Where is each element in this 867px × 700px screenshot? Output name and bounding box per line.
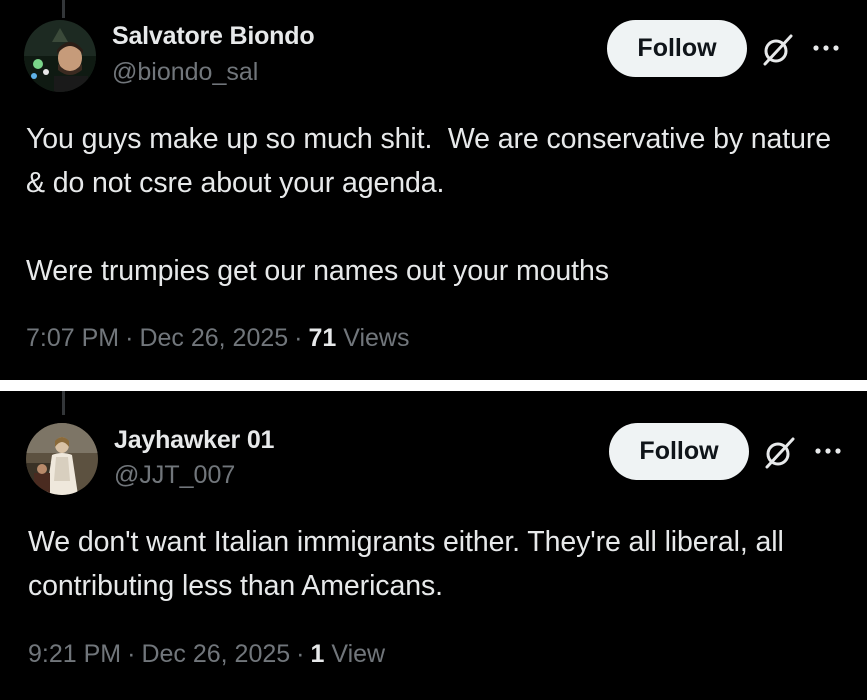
tweet-meta: 7:07 PM · Dec 26, 2025 · 71 Views xyxy=(26,324,410,353)
grok-icon[interactable] xyxy=(763,436,797,470)
more-icon[interactable] xyxy=(813,441,843,461)
tweet-meta: 9:21 PM · Dec 26, 2025 · 1 View xyxy=(28,640,385,669)
views-label[interactable]: Views xyxy=(343,324,409,352)
avatar[interactable] xyxy=(26,423,98,495)
views-count[interactable]: 1 xyxy=(310,640,324,668)
tweet-card[interactable]: Jayhawker 01 @JJT_007 Follow We don't wa… xyxy=(0,391,867,700)
more-icon[interactable] xyxy=(811,38,841,58)
follow-button[interactable]: Follow xyxy=(607,20,747,77)
views-label[interactable]: View xyxy=(331,640,385,668)
tweet-time[interactable]: 7:07 PM xyxy=(26,324,119,352)
handle[interactable]: @biondo_sal xyxy=(112,58,258,87)
tweet-card[interactable]: Salvatore Biondo @biondo_sal Follow You … xyxy=(0,0,867,380)
handle[interactable]: @JJT_007 xyxy=(114,461,235,490)
profile-photo-icon xyxy=(24,20,96,92)
screenshot-divider xyxy=(0,380,867,391)
display-name[interactable]: Salvatore Biondo xyxy=(112,22,315,51)
thread-line xyxy=(62,0,65,18)
display-name[interactable]: Jayhawker 01 xyxy=(114,426,274,455)
meta-separator: · xyxy=(127,640,136,668)
avatar[interactable] xyxy=(24,20,96,92)
painting-portrait-icon xyxy=(26,423,98,495)
tweet-time[interactable]: 9:21 PM xyxy=(28,640,121,668)
meta-separator: · xyxy=(294,324,303,352)
meta-separator: · xyxy=(296,640,305,668)
grok-icon[interactable] xyxy=(761,33,795,67)
tweet-text: You guys make up so much shit. We are co… xyxy=(26,123,831,287)
views-count[interactable]: 71 xyxy=(308,324,336,352)
meta-separator: · xyxy=(125,324,134,352)
tweet-date[interactable]: Dec 26, 2025 xyxy=(139,324,288,352)
thread-line xyxy=(62,391,65,415)
follow-button[interactable]: Follow xyxy=(609,423,749,480)
tweet-date[interactable]: Dec 26, 2025 xyxy=(141,640,290,668)
tweet-text: We don't want Italian immigrants either.… xyxy=(28,526,792,602)
